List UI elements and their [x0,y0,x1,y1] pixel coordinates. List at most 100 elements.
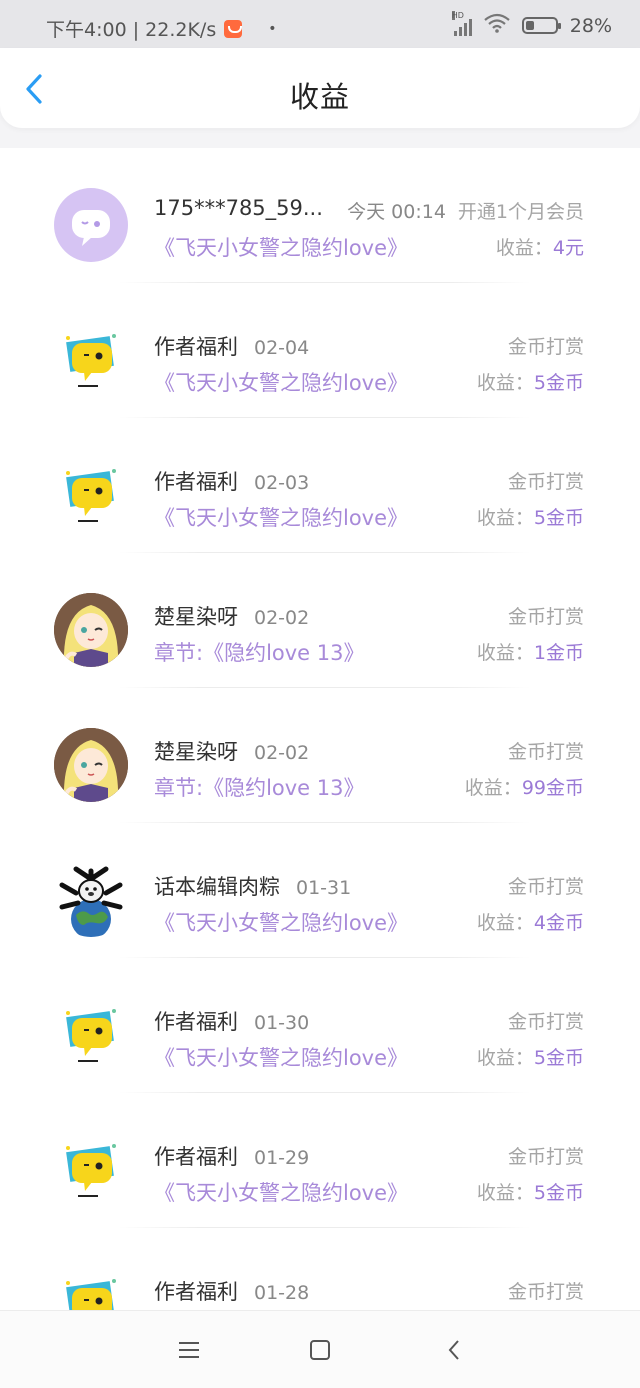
purple-chat-avatar [54,188,128,262]
app-notification-icon [224,19,243,38]
system-nav-bar [0,1310,640,1388]
income-row[interactable]: 楚星染呀 02-02 金币打赏 章节:《隐约love 13》 收益：99金币 [0,688,640,823]
income-amount: 收益：99金币 [465,773,584,800]
payer-name: 作者福利 02-04 [154,331,309,361]
income-value: 4元 [552,237,584,259]
earth-dog-avatar [54,863,128,937]
payer-name-text: 作者福利 [154,335,238,359]
menu-icon [179,1342,199,1358]
status-dot: • [268,20,277,37]
income-amount: 收益：5金币 [477,368,584,395]
income-amount: 收益：5金币 [477,1178,584,1205]
yellow-chat-avatar [54,1133,128,1207]
income-type: 金币打赏 [507,741,584,763]
income-row[interactable]: 楚星染呀 02-02 金币打赏 章节:《隐约love 13》 收益：1金币 [0,553,640,688]
income-amount: 收益：4元 [496,233,584,260]
chapter-title[interactable]: 章节:《隐约love 13》 [154,772,365,802]
income-row[interactable]: 175***785_59... 今天 00:14 开通1个月会员 《飞天小女警之隐… [0,148,640,283]
income-amount: 收益：5金币 [477,1043,584,1070]
anime-girl-avatar [54,728,128,802]
payer-name-text: 作者福利 [154,1010,238,1034]
payer-name: 话本编辑肉粽 01-31 [154,871,351,901]
status-right: HD 28% [451,10,612,38]
income-type: 金币打赏 [507,606,584,628]
payer-name: 楚星染呀 02-02 [154,601,309,631]
payer-name-text: 作者福利 [154,1280,238,1304]
payer-name: 作者福利 01-30 [154,1006,309,1036]
income-type: 金币打赏 [507,876,584,898]
income-type: 金币打赏 [507,1146,584,1168]
income-value: 99金币 [521,777,584,799]
income-label: 收益： [476,372,534,394]
book-title[interactable]: 《飞天小女警之隐约love》 [154,232,408,262]
income-date: 02-02 [254,742,310,764]
income-label: 收益： [495,237,553,259]
battery-icon [521,17,561,34]
payer-name: 楚星染呀 02-02 [154,736,309,766]
hd-label: HD [451,10,464,20]
menu-button[interactable] [176,1337,202,1363]
income-date: 02-04 [254,337,310,359]
income-date: 01-29 [254,1147,310,1169]
income-row[interactable]: 作者福利 02-04 金币打赏 《飞天小女警之隐约love》 收益：5金币 [0,283,640,418]
anime-girl-avatar [54,593,128,667]
income-label: 收益： [476,642,534,664]
income-value: 5金币 [533,1182,584,1204]
payer-name: 作者福利 01-28 [154,1276,309,1306]
income-row[interactable]: 作者福利 01-30 金币打赏 《飞天小女警之隐约love》 收益：5金币 [0,958,640,1093]
home-button[interactable] [307,1337,333,1363]
chapter-title[interactable]: 章节:《隐约love 13》 [154,637,365,667]
income-date: 01-30 [254,1012,310,1034]
yellow-chat-avatar [54,998,128,1072]
payer-name: 175***785_59... [154,196,323,220]
back-icon [448,1340,459,1360]
book-title[interactable]: 《飞天小女警之隐约love》 [154,367,408,397]
payer-name: 作者福利 01-29 [154,1141,309,1171]
payer-name-text: 楚星染呀 [154,605,238,629]
battery-percent: 28% [569,14,612,37]
home-icon [310,1340,330,1360]
income-date: 02-03 [254,472,310,494]
book-title[interactable]: 《飞天小女警之隐约love》 [154,502,408,532]
book-title[interactable]: 《飞天小女警之隐约love》 [154,907,408,937]
wifi-icon [484,13,510,38]
status-left: 下午4:00 | 22.2K/s • [46,15,276,42]
payer-name-text: 话本编辑肉粽 [154,875,280,899]
income-amount: 收益：4金币 [477,908,584,935]
payer-name-text: 作者福利 [154,470,238,494]
income-date: 02-02 [254,607,310,629]
status-bar: 下午4:00 | 22.2K/s • HD 28% [0,0,640,48]
income-label: 收益： [476,1182,534,1204]
book-title[interactable]: 《飞天小女警之隐约love》 [154,1177,408,1207]
payer-name-text: 楚星染呀 [154,740,238,764]
income-value: 5金币 [533,507,584,529]
system-back-button[interactable] [442,1337,468,1363]
payer-name-text: 作者福利 [154,1145,238,1169]
payer-name: 作者福利 02-03 [154,466,309,496]
income-row[interactable]: 话本编辑肉粽 01-31 金币打赏 《飞天小女警之隐约love》 收益：4金币 [0,823,640,958]
income-row[interactable]: 作者福利 01-29 金币打赏 《飞天小女警之隐约love》 收益：5金币 [0,1093,640,1228]
income-date: 01-31 [296,877,352,899]
status-time-speed: 下午4:00 | 22.2K/s [46,19,217,41]
income-value: 1金币 [533,642,584,664]
yellow-chat-avatar [54,1268,128,1310]
income-type-text: 开通1个月会员 [457,201,584,223]
income-row[interactable]: 作者福利 02-03 金币打赏 《飞天小女警之隐约love》 收益：5金币 [0,418,640,553]
book-title[interactable]: 《飞天小女警之隐约love》 [154,1042,408,1072]
income-date: 今天 00:14 [347,201,446,223]
income-value: 4金币 [533,912,584,934]
income-list: 175***785_59... 今天 00:14 开通1个月会员 《飞天小女警之隐… [0,148,640,1310]
income-type: 金币打赏 [507,471,584,493]
top-bar: 收益 [0,48,640,128]
income-row[interactable]: 作者福利 01-28 金币打赏 [0,1228,640,1310]
income-label: 收益： [476,507,534,529]
income-value: 5金币 [533,372,584,394]
yellow-chat-avatar [54,323,128,397]
yellow-chat-avatar [54,458,128,532]
income-amount: 收益：1金币 [477,638,584,665]
income-label: 收益： [476,912,534,934]
income-amount: 收益：5金币 [477,503,584,530]
payer-name-text: 175***785_59... [154,196,323,220]
income-type: 金币打赏 [507,1281,584,1303]
income-label: 收益： [476,1047,534,1069]
